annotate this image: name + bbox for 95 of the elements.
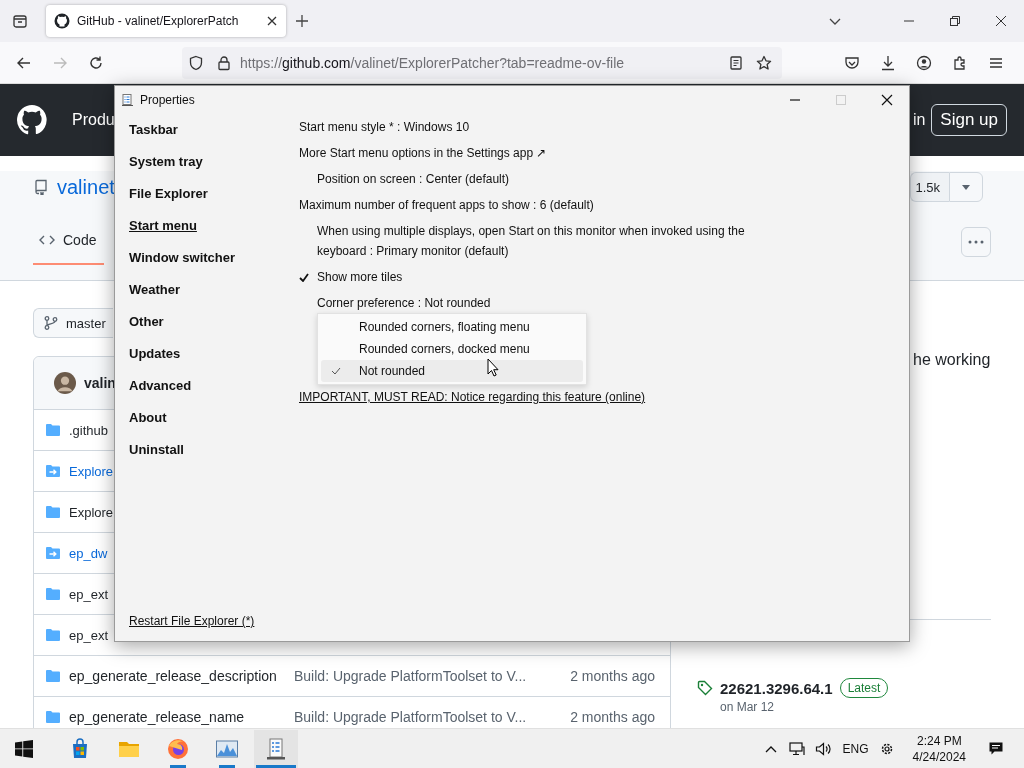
clock-date[interactable]: 4/24/2024 — [912, 748, 966, 765]
sidebar-item[interactable]: Window switcher — [129, 242, 236, 274]
restart-link[interactable]: Restart File Explorer (*) — [129, 614, 255, 628]
address-text: https://github.com/valinet/ExplorerPatcher?tab=readme-ov-file — [240, 54, 625, 71]
file-name-link[interactable]: ep_generate_release_name — [69, 709, 294, 725]
properties-taskbar-button[interactable] — [254, 729, 298, 768]
reader-view-icon[interactable] — [728, 54, 744, 71]
setting-option[interactable]: Start menu style * : Windows 10 — [299, 114, 470, 140]
octocat-icon[interactable] — [16, 104, 48, 136]
sidebar-item[interactable]: Advanced — [129, 370, 192, 402]
app-icon — [122, 94, 134, 106]
sidebar-item[interactable]: File Explorer — [129, 178, 208, 210]
close-tab-icon[interactable] — [266, 15, 278, 27]
release-date: on Mar 12 — [720, 700, 775, 714]
notice-link[interactable]: IMPORTANT, MUST READ: Notice regarding this feature (online) — [299, 384, 646, 410]
commit-message-link[interactable]: Build: Upgrade PlatformToolset to V... — [294, 668, 527, 684]
sidebar-item[interactable]: Updates — [129, 338, 181, 370]
mouse-cursor-icon — [487, 358, 499, 377]
submodule-folder-icon — [45, 463, 61, 479]
sidebar-item[interactable]: Start menu — [129, 210, 197, 242]
star-count[interactable]: 1.5k — [910, 172, 949, 202]
folder-icon — [45, 627, 61, 643]
branch-button[interactable]: master — [33, 308, 113, 338]
checkbox-option[interactable]: Show more tiles — [317, 264, 403, 290]
octocat-icon — [54, 13, 70, 29]
sign-up-button[interactable]: Sign up — [931, 104, 1007, 136]
sidebar-item[interactable]: Uninstall — [129, 434, 184, 466]
restore-icon[interactable] — [949, 15, 961, 27]
release-tag-link[interactable]: 22621.3296.64.1 — [720, 679, 833, 697]
browser-globe-icon — [166, 736, 190, 761]
submodule-folder-icon — [45, 545, 61, 561]
sidebar-item[interactable]: Taskbar — [129, 114, 178, 146]
file-name-link[interactable]: Explore — [69, 504, 114, 520]
tab-list-icon[interactable] — [12, 13, 28, 29]
folder-icon — [45, 422, 61, 438]
download-icon[interactable] — [880, 54, 896, 71]
start-icon[interactable] — [15, 739, 33, 758]
folder-icon — [45, 709, 61, 725]
account-icon[interactable] — [916, 54, 932, 71]
close-icon[interactable] — [881, 94, 893, 106]
sidebar-item[interactable]: Weather — [129, 274, 181, 306]
sidebar-item[interactable]: System tray — [129, 146, 203, 178]
reload-icon[interactable] — [88, 54, 104, 71]
extensions-icon[interactable] — [952, 54, 968, 71]
sidebar-item[interactable]: About — [129, 402, 167, 434]
menu-item[interactable]: Not rounded — [321, 360, 583, 382]
commit-message-link[interactable]: Build: Upgrade PlatformToolset to V... — [294, 709, 527, 725]
commit-time: 2 months ago — [570, 709, 655, 725]
about-text: he working — [913, 351, 991, 369]
clock-time[interactable]: 2:24 PM — [916, 732, 962, 749]
menu-item[interactable]: Rounded corners, docked menu — [321, 338, 583, 360]
repo-owner-link[interactable]: valinet — [57, 175, 115, 199]
file-name-link[interactable]: ep_ext — [69, 627, 109, 643]
commit-author[interactable]: valin — [84, 375, 116, 391]
pocket-icon[interactable] — [844, 54, 860, 71]
lock-icon — [216, 54, 232, 71]
browser-tab[interactable]: GitHub - valinet/ExplorerPatch — [46, 5, 286, 37]
checkmark-icon[interactable] — [299, 272, 309, 282]
shield-icon — [188, 54, 204, 71]
sidebar-item[interactable]: Other — [129, 306, 164, 338]
repository-icon — [33, 179, 49, 195]
avatar — [54, 372, 76, 394]
setting-option[interactable]: Position on screen : Center (default) — [317, 166, 510, 192]
branch-icon — [43, 315, 59, 331]
network-icon[interactable] — [788, 740, 805, 757]
nav-item[interactable]: Produ — [72, 111, 115, 129]
file-name-link[interactable]: ep_ext — [69, 586, 109, 602]
file-name-link[interactable]: ep_generate_release_description — [69, 668, 294, 684]
commit-time: 2 months ago — [570, 668, 655, 684]
code-tab[interactable]: Code — [33, 232, 105, 265]
tag-icon — [697, 680, 713, 696]
notifications-icon[interactable] — [988, 740, 1004, 757]
folder-icon — [45, 586, 61, 602]
setting-option[interactable]: Corner preference : Not rounded — [317, 290, 491, 316]
file-name-link[interactable]: ep_dw — [69, 545, 108, 561]
settings-list-icon — [264, 736, 288, 761]
caret-icon — [962, 184, 970, 190]
new-tab-icon[interactable] — [294, 13, 310, 29]
setting-option[interactable]: When using multiple displays, open Start on this monitor when invoked using the keyboard : Primary monitor (default) — [317, 218, 745, 264]
language-indicator[interactable]: ENG — [842, 741, 869, 756]
close-icon[interactable] — [995, 15, 1007, 27]
sign-in-link[interactable]: in — [912, 111, 926, 129]
bookmark-star-icon[interactable] — [756, 54, 772, 71]
setting-option[interactable]: Maximum number of frequent apps to show : 6 (default) — [299, 192, 594, 218]
window-title: Properties — [140, 93, 195, 107]
more-icon — [968, 240, 984, 244]
folder-icon — [45, 668, 61, 684]
star-dropdown-button[interactable] — [949, 172, 983, 202]
folder-icon — [45, 504, 61, 520]
menu-item[interactable]: Rounded corners, floating menu — [321, 316, 583, 338]
settings-link[interactable]: More Start menu options in the Settings app ↗ — [299, 140, 547, 166]
address-bar[interactable]: https://github.com/valinet/ExplorerPatcher?tab=readme-ov-file — [182, 46, 782, 79]
volume-icon[interactable] — [814, 740, 831, 757]
file-name-link[interactable]: .github — [69, 422, 109, 438]
file-name-link[interactable]: Explore — [69, 463, 114, 479]
